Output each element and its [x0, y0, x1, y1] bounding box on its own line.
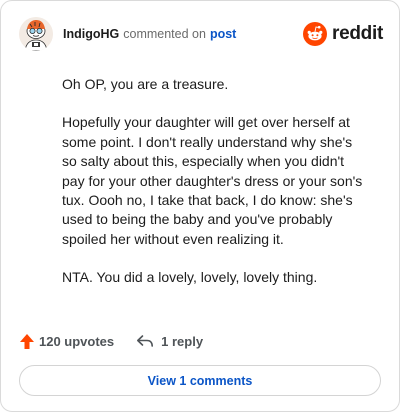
author-name[interactable]: IndigoHG: [63, 27, 119, 41]
replies-button[interactable]: 1 reply: [136, 334, 203, 349]
reddit-brand[interactable]: reddit: [303, 21, 383, 47]
comment-paragraph: Hopefully your daughter will get over he…: [62, 114, 363, 247]
action-text: commented on: [123, 27, 206, 41]
comment-footer: 120 upvotes 1 reply: [19, 331, 203, 351]
snoo-avatar-icon: [19, 17, 53, 51]
author-line: IndigoHG commented on post: [63, 27, 236, 41]
comment-header: IndigoHG commented on post reddit: [19, 17, 383, 51]
comment-paragraph: NTA. You did a lovely, lovely, lovely th…: [62, 269, 318, 286]
comment-body: Oh OP, you are a treasure. Hopefully you…: [62, 75, 370, 307]
upvotes-label: 120 upvotes: [39, 333, 115, 349]
upvotes-button[interactable]: 120 upvotes: [19, 333, 114, 350]
user-avatar[interactable]: [19, 17, 53, 51]
post-link[interactable]: post: [210, 27, 236, 41]
reddit-wordmark: reddit: [332, 23, 383, 44]
comment-paragraph: Oh OP, you are a treasure.: [62, 76, 229, 92]
upvote-arrow-icon: [20, 333, 34, 349]
view-comments-button[interactable]: View 1 comments: [19, 365, 381, 396]
reddit-alien-icon: [303, 22, 328, 46]
replies-label: 1 reply: [161, 333, 204, 349]
reply-arrow-icon: [137, 335, 154, 347]
comment-embed-card: IndigoHG commented on post reddit Oh OP, y…: [0, 0, 400, 412]
